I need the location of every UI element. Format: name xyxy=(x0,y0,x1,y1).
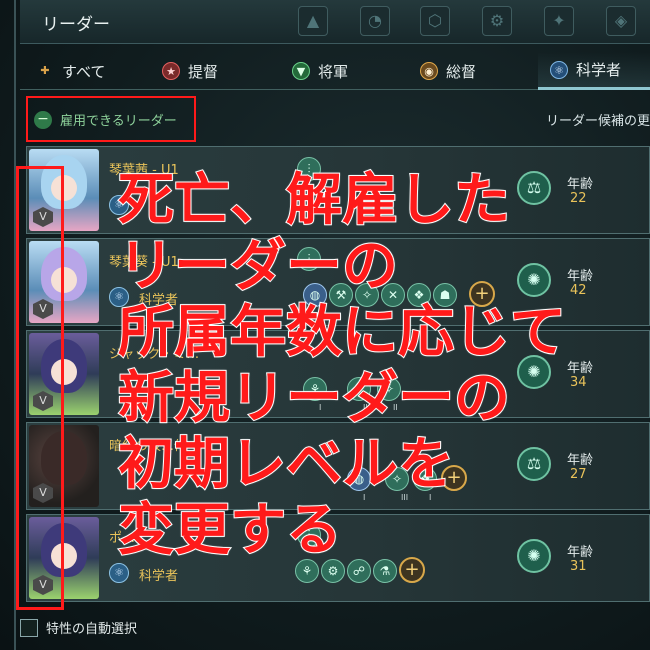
sort-label[interactable]: リーダー候補の更 xyxy=(546,110,650,129)
caption-line: 所属年数に応じて xyxy=(117,299,567,366)
scientist-icon: ⚛ xyxy=(550,60,568,79)
portrait-highlight-box xyxy=(16,166,64,610)
caption-line: 初期レベルを xyxy=(117,431,455,498)
gear-icon: ⚙ xyxy=(482,6,512,36)
auto-select-checkbox[interactable] xyxy=(20,618,38,637)
leader-class: 科学者 xyxy=(139,569,179,584)
caption-line: 死亡、解雇した xyxy=(117,167,511,234)
all-icon: ✚ xyxy=(40,64,50,77)
tab-label: 提督 xyxy=(188,62,219,81)
clock-icon: ◔ xyxy=(360,6,390,36)
crest-icon: ◈ xyxy=(606,6,636,36)
class-tabs: ✚ すべて ★ 提督 ▼ 将軍 ◉ 総督 ⚛ 科学者 xyxy=(20,52,650,90)
scientist-icon: ⚛ xyxy=(109,563,129,583)
tab-label: 総督 xyxy=(446,62,477,81)
auto-select-label: 特性の自動選択 xyxy=(46,622,138,637)
caption-line: 新規リーダーの xyxy=(117,365,511,432)
caption-line: リーダーの xyxy=(117,233,399,300)
faction-icon: ▲ xyxy=(298,6,328,36)
tab-governor[interactable]: ◉ 総督 xyxy=(420,52,476,90)
emblem-icon: ✦ xyxy=(544,6,574,36)
tab-admiral[interactable]: ★ 提督 xyxy=(162,52,218,90)
governor-icon: ◉ xyxy=(420,62,438,80)
collapse-icon: − xyxy=(34,110,52,129)
tab-scientist[interactable]: ⚛ 科学者 xyxy=(538,52,650,90)
title-bar: リーダー ▲ ◔ ⬡ ⚙ ✦ ◈ xyxy=(20,0,650,44)
tab-all[interactable]: ✚ すべて xyxy=(36,52,105,90)
tab-general[interactable]: ▼ 将軍 xyxy=(292,52,348,90)
admiral-icon: ★ xyxy=(162,62,180,80)
annotation-caption: 死亡、解雇した リーダーの 所属年数に応じて 新規リーダーの 初期レベルを 変更… xyxy=(117,167,648,564)
window-title: リーダー xyxy=(42,15,110,35)
filter-label: 雇用できるリーダー xyxy=(60,114,177,129)
hireable-filter[interactable]: − 雇用できるリーダー xyxy=(34,110,177,129)
tab-label: すべて xyxy=(62,62,106,81)
general-icon: ▼ xyxy=(292,62,310,80)
auto-select-traits[interactable]: 特性の自動選択 xyxy=(20,618,137,637)
tab-label: 科学者 xyxy=(576,61,622,79)
hex-icon: ⬡ xyxy=(420,6,450,36)
tab-label: 将軍 xyxy=(318,62,349,81)
caption-line: 変更する xyxy=(117,497,343,564)
